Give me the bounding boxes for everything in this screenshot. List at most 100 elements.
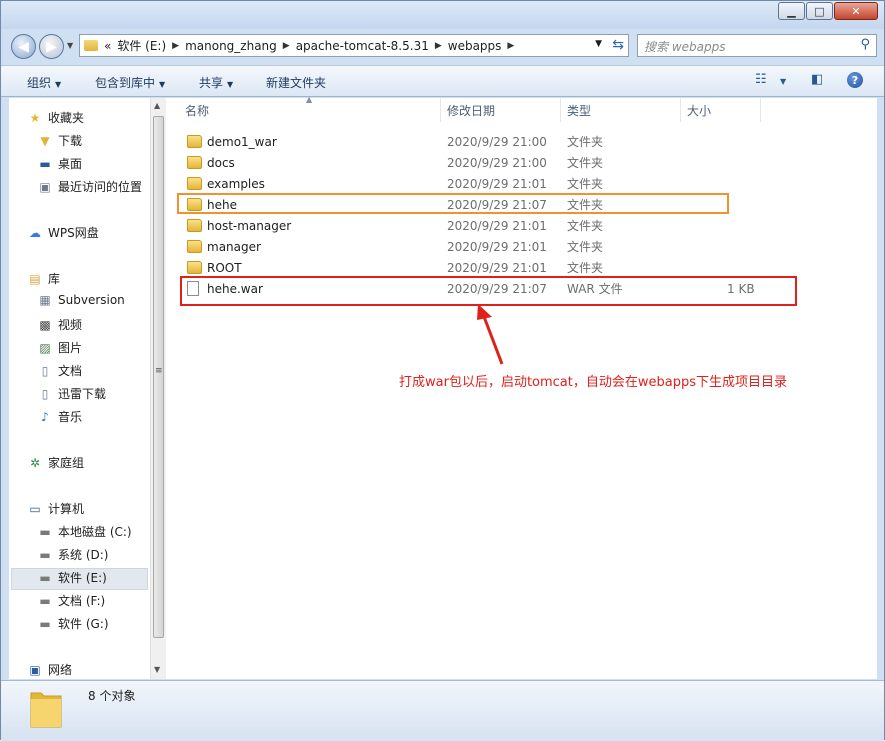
column-label: 类型	[567, 103, 592, 118]
preview-pane-icon[interactable]: ◧	[811, 72, 823, 87]
sort-ascending-icon: ▲	[306, 95, 313, 104]
chevron-right-icon[interactable]: ▶	[172, 41, 179, 51]
chevron-right-icon[interactable]: ▶	[435, 41, 442, 51]
star-icon: ★	[29, 110, 41, 125]
search-input[interactable]: 搜索 webapps ⚲	[637, 34, 877, 57]
nav-videos[interactable]: ▩ 视频	[37, 316, 82, 333]
column-divider[interactable]	[760, 98, 761, 122]
file-row[interactable]: host-manager 2020/9/29 21:01 文件夹	[182, 215, 762, 236]
breadcrumb-overflow[interactable]: «	[104, 39, 111, 53]
file-date: 2020/9/29 21:01	[447, 218, 547, 233]
nav-pictures[interactable]: ▨ 图片	[37, 339, 82, 356]
include-in-library-label: 包含到库中	[95, 76, 156, 90]
nav-label: 本地磁盘 (C:)	[58, 525, 132, 539]
forward-button[interactable]: ▶	[39, 34, 64, 59]
nav-downloads[interactable]: ▼ 下载	[37, 132, 82, 149]
file-row[interactable]: demo1_war 2020/9/29 21:00 文件夹	[182, 131, 762, 152]
file-row[interactable]: examples 2020/9/29 21:01 文件夹	[182, 173, 762, 194]
column-header-type[interactable]: 类型	[567, 98, 591, 122]
file-name: demo1_war	[207, 134, 277, 149]
breadcrumb-item[interactable]: apache-tomcat-8.5.31	[296, 39, 429, 53]
column-divider[interactable]	[560, 98, 561, 122]
file-row[interactable]: docs 2020/9/29 21:00 文件夹	[182, 152, 762, 173]
scrollbar-thumb[interactable]	[153, 116, 164, 638]
nav-label: Subversion	[58, 293, 125, 307]
nav-libraries[interactable]: ▤ 库	[27, 270, 60, 287]
folder-icon	[30, 692, 62, 728]
drive-icon: ▬	[39, 547, 51, 562]
nav-label: 最近访问的位置	[58, 180, 143, 194]
column-header-size[interactable]: 大小	[687, 98, 711, 122]
view-options-icon[interactable]: ☷	[755, 72, 767, 87]
file-name: host-manager	[207, 218, 292, 233]
file-name: ROOT	[207, 260, 242, 275]
annotation-text: 打成war包以后，启动tomcat，自动会在webapps下生成项目目录	[399, 375, 787, 390]
nav-label: 桌面	[58, 157, 83, 171]
picture-icon: ▨	[39, 340, 51, 355]
nav-computer[interactable]: ▭ 计算机	[27, 500, 84, 517]
nav-subversion[interactable]: ▦ Subversion	[37, 293, 125, 307]
nav-drive-d[interactable]: ▬ 系统 (D:)	[37, 546, 108, 563]
chevron-right-icon[interactable]: ▶	[507, 41, 514, 51]
breadcrumb-item[interactable]: 软件 (E:)	[117, 37, 166, 54]
column-header-date[interactable]: 修改日期	[447, 98, 495, 122]
column-divider[interactable]	[680, 98, 681, 122]
nav-drive-c[interactable]: ▬ 本地磁盘 (C:)	[37, 523, 132, 540]
nav-favorites[interactable]: ★ 收藏夹	[27, 109, 84, 126]
nav-drive-e[interactable]: ▬ 软件 (E:)	[37, 569, 107, 586]
nav-xunlei[interactable]: ▯ 迅雷下载	[37, 385, 106, 402]
help-button[interactable]: ?	[847, 72, 863, 88]
folder-icon	[187, 156, 202, 169]
nav-label: 计算机	[48, 502, 85, 516]
chevron-down-icon: ▼	[227, 80, 234, 89]
column-divider[interactable]	[440, 98, 441, 122]
nav-homegroup[interactable]: ✲ 家庭组	[27, 454, 84, 471]
nav-label: 软件 (E:)	[58, 571, 107, 585]
file-row[interactable]: manager 2020/9/29 21:01 文件夹	[182, 236, 762, 257]
nav-drive-g[interactable]: ▬ 软件 (G:)	[37, 615, 108, 632]
nav-drive-f[interactable]: ▬ 文档 (F:)	[37, 592, 105, 609]
nav-scrollbar[interactable]: ▲ ≡ ▼	[150, 98, 166, 679]
close-button[interactable]: ✕	[834, 2, 878, 20]
include-in-library-menu[interactable]: 包含到库中 ▼	[95, 74, 165, 91]
document-icon: ▯	[41, 363, 49, 378]
chevron-right-icon[interactable]: ▶	[283, 41, 290, 51]
breadcrumb-item[interactable]: manong_zhang	[185, 39, 277, 53]
recent-pages-dropdown[interactable]: ▼	[67, 41, 73, 50]
highlight-box-hehe-folder	[177, 193, 729, 214]
nav-label: 视频	[58, 318, 83, 332]
nav-wps[interactable]: ☁ WPS网盘	[27, 224, 99, 241]
maximize-button[interactable]: □	[806, 2, 833, 20]
minimize-button[interactable]: ▁	[778, 2, 805, 20]
file-date: 2020/9/29 21:01	[447, 239, 547, 254]
nav-label: 音乐	[58, 410, 83, 424]
scroll-up-icon[interactable]: ▲	[154, 101, 160, 110]
file-type: 文件夹	[567, 261, 604, 275]
address-bar[interactable]: « 软件 (E:) ▶ manong_zhang ▶ apache-tomcat…	[79, 34, 629, 57]
nav-music[interactable]: ♪ 音乐	[37, 408, 82, 425]
chevron-down-icon[interactable]: ▼	[595, 39, 602, 49]
column-header-name[interactable]: 名称	[185, 98, 209, 122]
chevron-down-icon: ▼	[55, 80, 62, 89]
file-row[interactable]: ROOT 2020/9/29 21:01 文件夹	[182, 257, 762, 278]
share-menu[interactable]: 共享 ▼	[199, 74, 233, 91]
breadcrumb-item[interactable]: webapps	[448, 39, 502, 53]
scroll-down-icon[interactable]: ▼	[154, 665, 160, 674]
column-label: 大小	[687, 103, 712, 118]
organize-menu[interactable]: 组织 ▼	[27, 74, 61, 91]
chevron-down-icon[interactable]: ▼	[780, 77, 786, 86]
title-bar: ▁ □ ✕	[1, 1, 884, 29]
nav-label: 文档	[58, 364, 83, 378]
refresh-icon[interactable]: ⇆	[612, 37, 624, 53]
back-button[interactable]: ◀	[11, 34, 36, 59]
folder-icon	[187, 135, 202, 148]
search-icon[interactable]: ⚲	[860, 37, 870, 52]
nav-documents[interactable]: ▯ 文档	[37, 362, 82, 379]
nav-recent[interactable]: ▣ 最近访问的位置	[37, 178, 142, 195]
nav-desktop[interactable]: ▬ 桌面	[37, 155, 82, 172]
drive-icon: ▬	[39, 570, 51, 585]
help-icon: ?	[847, 72, 863, 88]
file-name: docs	[207, 155, 235, 170]
nav-network[interactable]: ▣ 网络	[27, 661, 72, 678]
new-folder-button[interactable]: 新建文件夹	[266, 74, 326, 91]
